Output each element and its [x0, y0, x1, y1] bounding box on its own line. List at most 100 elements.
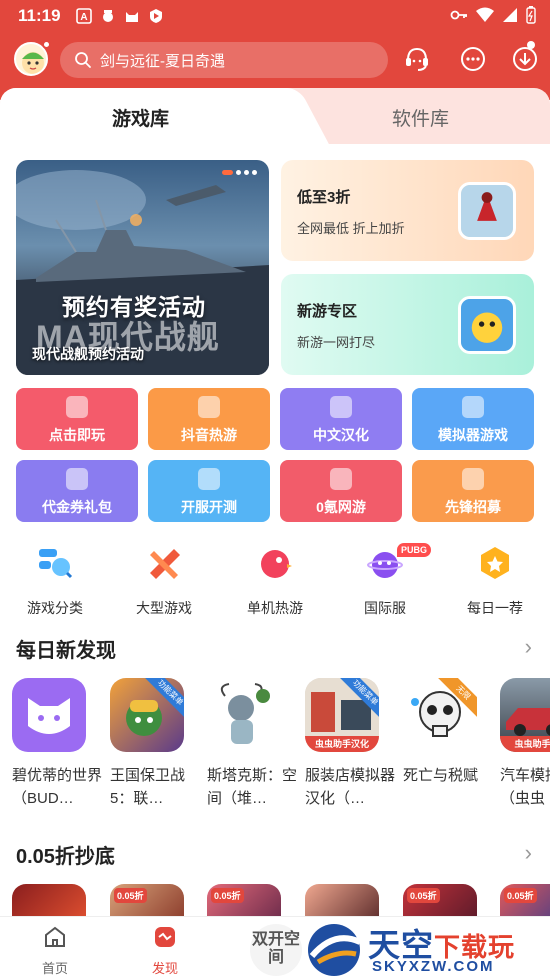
notification-a-icon: A — [76, 8, 92, 24]
game-icon-death-taxes: 无限 — [403, 678, 477, 752]
avatar-face-icon — [22, 52, 44, 74]
game-name: 汽车模拟化（虫虫 — [500, 767, 550, 807]
library-tabs: 游戏库 软件库 — [0, 88, 550, 144]
customer-service-icon[interactable] — [402, 44, 432, 74]
tile-free-to-play[interactable]: 0氪网游 — [280, 460, 402, 522]
message-icon[interactable] — [458, 44, 488, 74]
quick-label: 单机热游 — [247, 600, 303, 616]
discount-section-title: 0.05折抄底 — [16, 846, 115, 868]
dual-open-space[interactable]: 双开空间 — [250, 924, 302, 976]
game-name: 服装店模拟器汉化（… — [305, 767, 396, 807]
banner-pager — [222, 170, 257, 175]
game-card[interactable]: 虫虫助手汉 汽车模拟化（虫虫 — [500, 678, 550, 810]
new-game-thumb — [458, 296, 516, 354]
large-game-icon — [150, 549, 180, 579]
game-icon-starks — [207, 678, 281, 752]
quick-large-games[interactable]: 大型游戏 — [124, 545, 204, 618]
promo-discount-subtitle: 全网最低 折上加折 — [297, 221, 405, 236]
search-placeholder: 剑与远征-夏日奇遇 — [100, 52, 225, 70]
signal-icon — [503, 8, 517, 22]
localized-tag: 虫虫助手汉 — [500, 736, 550, 752]
quick-label: 国际服 — [364, 600, 406, 616]
home-icon — [45, 926, 65, 947]
discount-more-arrow-icon[interactable]: › — [525, 840, 532, 866]
game-name: 死亡与税赋 — [403, 767, 479, 784]
tile-vouchers[interactable]: 代金券礼包 — [16, 460, 138, 522]
tile-label: 抖音热游 — [181, 427, 237, 443]
promo-new-title: 新游专区 — [297, 303, 358, 320]
discount-badge: 0.05折 — [211, 888, 244, 903]
quick-standalone-games[interactable]: 单机热游 — [235, 545, 315, 618]
game-card[interactable]: 功能菜单 王国保卫战5：联… — [110, 678, 200, 810]
launch-chat-icon — [198, 468, 220, 490]
tile-server-launch[interactable]: 开服开测 — [148, 460, 270, 522]
daily-section-title: 每日新发现 — [16, 640, 116, 662]
tab-game-library[interactable]: 游戏库 — [112, 104, 169, 131]
promo-discount-title: 低至3折 — [297, 189, 351, 206]
download-icon[interactable] — [510, 44, 540, 74]
watermark-logo-icon — [308, 924, 362, 976]
wifi-icon — [476, 7, 494, 22]
flag-icon — [462, 468, 484, 490]
nav-discover-label: 发现 — [151, 961, 178, 976]
search-bar[interactable]: 剑与远征-夏日奇遇 — [60, 42, 388, 78]
daily-more-arrow-icon[interactable]: › — [525, 634, 532, 660]
tile-label: 模拟器游戏 — [438, 427, 508, 443]
cat-mask-icon — [28, 698, 70, 734]
game-card[interactable]: 斯塔克斯：空间（堆… — [207, 678, 297, 810]
free-tag-icon — [330, 468, 352, 490]
watermark-en: SKYXZW.COM — [372, 958, 495, 975]
tile-label: 中文汉化 — [313, 427, 369, 443]
discount-badge: 0.05折 — [114, 888, 147, 903]
status-time: 11:19 — [18, 6, 61, 25]
avatar-notification-dot — [42, 40, 51, 49]
tile-pioneer-recruit[interactable]: 先锋招募 — [412, 460, 534, 522]
tile-douyin-hot[interactable]: 抖音热游 — [148, 388, 270, 450]
douyin-icon — [198, 396, 220, 418]
game-icon-clothing-store: 功能菜单 虫虫助手汉化 — [305, 678, 379, 752]
category-icon — [39, 549, 73, 579]
promo-banner[interactable]: 预约有奖活动 MA现代战舰 现代战舰预约活动 — [16, 160, 269, 375]
game-name: 碧优蒂的世界（BUD… — [12, 767, 103, 807]
nav-home[interactable]: 首页 — [25, 925, 85, 977]
nav-discover[interactable]: 发现 — [135, 925, 195, 977]
bug-app-icon — [103, 10, 113, 22]
tile-instant-play[interactable]: 点击即玩 — [16, 388, 138, 450]
voucher-icon — [66, 468, 88, 490]
tile-label: 先锋招募 — [445, 499, 501, 515]
game-card[interactable]: 功能菜单 虫虫助手汉化 服装店模拟器汉化（… — [305, 678, 395, 810]
ghost-icon — [66, 396, 88, 418]
gamepad-icon — [462, 396, 484, 418]
standalone-game-icon — [261, 550, 292, 578]
shield-app-icon — [150, 9, 162, 23]
promo-discount[interactable]: 低至3折 全网最低 折上加折 — [281, 160, 534, 261]
tile-chinese-localized[interactable]: 中文汉化 — [280, 388, 402, 450]
localized-tag: 虫虫助手汉化 — [305, 736, 379, 752]
status-right — [450, 6, 536, 24]
game-card[interactable]: 无限 死亡与税赋 — [403, 678, 493, 787]
game-icon-bud — [12, 678, 86, 752]
top-header: 11:19 A 剑与远征-夏日奇遇 — [0, 0, 550, 100]
game-name: 斯塔克斯：空间（堆… — [207, 767, 298, 807]
key-icon — [450, 10, 467, 20]
quick-game-category[interactable]: 游戏分类 — [15, 545, 95, 618]
quick-label: 游戏分类 — [27, 600, 83, 616]
chinese-bookmark-icon — [330, 396, 352, 418]
quick-label: 大型游戏 — [136, 600, 192, 616]
tile-label: 代金券礼包 — [42, 499, 112, 515]
quick-label: 每日一荐 — [467, 600, 523, 616]
tile-label: 0氪网游 — [316, 499, 366, 515]
promo-new-subtitle: 新游一网打尽 — [297, 335, 376, 350]
discount-game-thumb — [458, 182, 516, 240]
tile-emulator-games[interactable]: 模拟器游戏 — [412, 388, 534, 450]
svg-text:A: A — [80, 12, 87, 23]
pubg-badge: PUBG — [397, 543, 432, 557]
game-card[interactable]: 碧优蒂的世界（BUD… — [12, 678, 102, 810]
search-icon — [75, 52, 91, 68]
cat-app-icon — [126, 12, 138, 22]
tab-software-library[interactable]: 软件库 — [392, 104, 449, 131]
status-bar: 11:19 A — [0, 0, 550, 32]
quick-daily-pick[interactable]: 每日一荐 — [455, 545, 535, 618]
promo-new-games[interactable]: 新游专区 新游一网打尽 — [281, 274, 534, 375]
nav-home-label: 首页 — [41, 961, 68, 976]
